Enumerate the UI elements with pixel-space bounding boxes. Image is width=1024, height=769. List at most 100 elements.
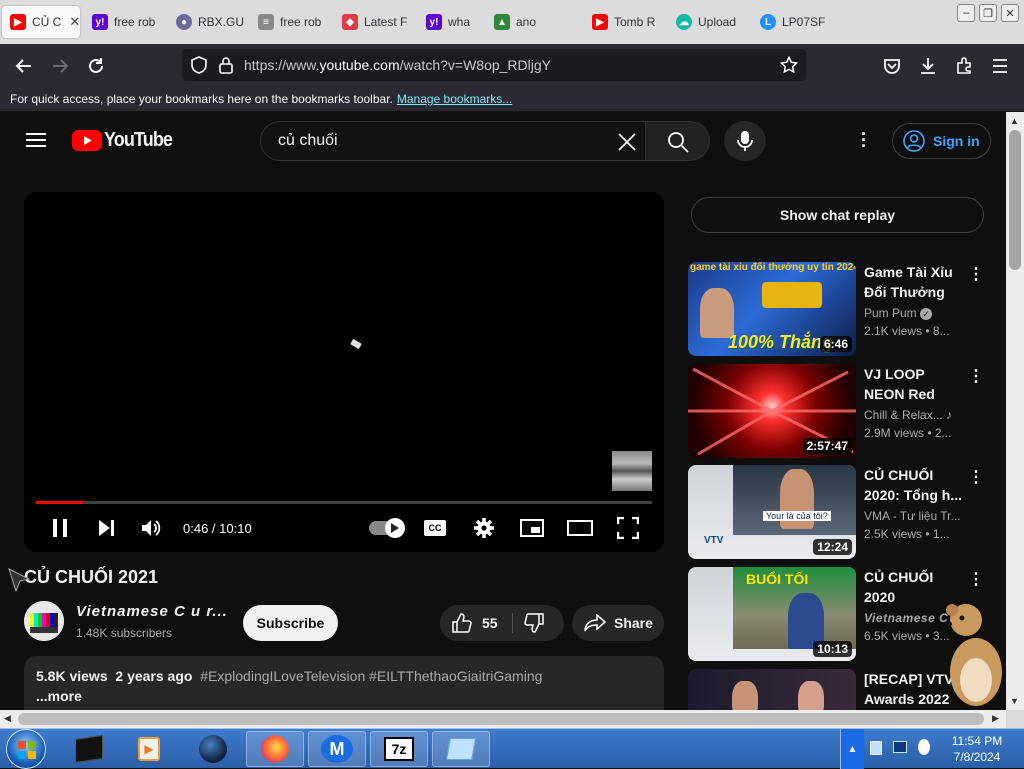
recommendation-title[interactable]: CỦ CHUỐI 2020: Tổng h...: [864, 465, 964, 505]
guide-menu-icon[interactable]: [26, 132, 46, 153]
end-screen-thumbnail[interactable]: [612, 451, 652, 491]
tab-upload[interactable]: ☁ Upload: [676, 6, 746, 38]
taskbar-app-malwarebytes[interactable]: M: [308, 731, 366, 767]
mute-button[interactable]: [138, 514, 166, 542]
extensions-icon[interactable]: [952, 54, 976, 78]
hashtags[interactable]: #ExplodingILoveTelevision #EILTThethaoGi…: [200, 668, 542, 684]
taskbar-app-media-player[interactable]: ▶: [120, 731, 178, 767]
recommendation-title[interactable]: Game Tài Xỉu Đổi Thưởng |...: [864, 262, 964, 302]
show-hidden-icons-button[interactable]: ▲: [840, 729, 864, 769]
subscribe-button[interactable]: Subscribe: [243, 605, 338, 641]
address-bar[interactable]: https://www.youtube.com/watch?v=W8op_RDl…: [182, 49, 806, 81]
recommendation-title[interactable]: VJ LOOP NEON Red Metallic...: [864, 364, 964, 404]
start-orb-icon[interactable]: [6, 729, 46, 769]
downloads-icon[interactable]: [916, 54, 940, 78]
scroll-right-arrow-icon[interactable]: ▶: [992, 713, 999, 724]
hamburger-menu-icon[interactable]: [988, 54, 1012, 78]
next-video-button[interactable]: [92, 514, 120, 542]
tab-free-rob[interactable]: y! free rob: [92, 6, 162, 38]
tab-free-rob-search[interactable]: ≡ free rob: [258, 6, 330, 38]
settings-kebab-icon[interactable]: · · ·: [858, 125, 870, 155]
network-icon[interactable]: [893, 741, 907, 753]
tab-wha[interactable]: y! wha: [426, 6, 482, 38]
sign-in-button[interactable]: Sign in: [892, 123, 991, 159]
taskbar-app-notepad[interactable]: [432, 731, 490, 767]
recommendation-channel[interactable]: Chill & Relax... ♪: [864, 408, 974, 422]
settings-button[interactable]: [472, 514, 496, 542]
theater-mode-button[interactable]: [566, 514, 594, 542]
taskbar-app-firefox[interactable]: [246, 731, 304, 767]
autoplay-toggle[interactable]: [368, 514, 405, 542]
restore-button[interactable]: ❐: [979, 4, 997, 22]
desktop-pet-hamster[interactable]: [940, 602, 1006, 710]
scroll-down-arrow-icon[interactable]: ▼: [1010, 696, 1019, 706]
more-options-icon[interactable]: ⋮: [968, 569, 984, 589]
url-text[interactable]: https://www.youtube.com/watch?v=W8op_RDl…: [244, 57, 551, 73]
recommendation-channel[interactable]: VMA - Tư liệu Tr...: [864, 509, 974, 523]
tab-ano[interactable]: ▲ ano: [494, 6, 574, 38]
minimize-button[interactable]: –: [957, 4, 975, 22]
recommendation-thumbnail[interactable]: [688, 669, 856, 710]
channel-avatar[interactable]: [24, 601, 64, 641]
miniplayer-button[interactable]: [519, 514, 545, 542]
vertical-scroll-thumb[interactable]: [1009, 130, 1021, 270]
dislike-button[interactable]: [524, 613, 544, 638]
recommendation-thumbnail[interactable]: Your là của tôi? VTV 12:24: [688, 465, 856, 559]
pause-button[interactable]: [46, 514, 74, 542]
video-player[interactable]: 0:46 / 10:10 CC: [24, 192, 664, 552]
horizontal-scrollbar[interactable]: ◀ ▶: [0, 710, 1006, 728]
scroll-left-arrow-icon[interactable]: ◀: [4, 713, 11, 724]
system-clock[interactable]: 11:54 PM 7/8/2024: [942, 733, 1012, 765]
more-options-icon[interactable]: ⋮: [968, 366, 984, 386]
tab-latest[interactable]: ◆ Latest F: [342, 6, 412, 38]
recommendation-channel[interactable]: Pum Pum ✓: [864, 306, 974, 320]
recommendation-thumbnail[interactable]: BUỔI TỐI 10:13: [688, 567, 856, 661]
tab-rbx[interactable]: ● RBX.GU: [176, 6, 246, 38]
search-input[interactable]: củ chuối: [260, 121, 646, 161]
share-button[interactable]: Share: [572, 605, 664, 641]
horizontal-scroll-thumb[interactable]: [18, 713, 984, 725]
clock-time: 11:54 PM: [951, 734, 1003, 748]
taskbar-app-7zip[interactable]: 7z: [370, 731, 428, 767]
vertical-scrollbar[interactable]: ▲ ▼: [1006, 112, 1024, 710]
more-options-icon[interactable]: ⋮: [968, 467, 984, 487]
tracking-protection-shield-icon[interactable]: [190, 56, 208, 79]
tab-close-icon[interactable]: ✕: [69, 14, 80, 30]
recommendation-thumbnail[interactable]: game tài xỉu đổi thưởng uy tín 2024 100%…: [688, 262, 856, 356]
search-button[interactable]: [646, 121, 710, 161]
taskbar-app-terminal[interactable]: [60, 731, 118, 767]
pocket-icon[interactable]: [880, 54, 904, 78]
recommendation-title[interactable]: CỦ CHUỐI 2020: [864, 567, 964, 607]
tray-app-icon[interactable]: [870, 741, 882, 755]
clock-date: 7/8/2024: [953, 750, 1001, 764]
progress-bar[interactable]: [36, 501, 652, 504]
description-box[interactable]: 5.8K views 2 years ago #ExplodingILoveTe…: [24, 656, 664, 710]
subtitles-button[interactable]: CC: [423, 514, 447, 542]
forward-arrow-icon[interactable]: [48, 54, 72, 78]
back-arrow-icon[interactable]: [12, 54, 36, 78]
recommendation-thumbnail[interactable]: 2:57:47: [688, 364, 856, 458]
show-more-link[interactable]: ...more: [36, 688, 82, 704]
youtube-logo[interactable]: YouTube: [72, 129, 180, 152]
close-window-button[interactable]: ✕: [1001, 4, 1019, 22]
like-button[interactable]: 55: [440, 605, 512, 641]
bookmark-star-icon[interactable]: [779, 55, 799, 79]
recommendation-item[interactable]: Your là của tôi? VTV 12:24 CỦ CHUỐI 2020…: [688, 465, 988, 559]
show-chat-replay-button[interactable]: Show chat replay: [691, 197, 984, 233]
reload-icon[interactable]: [84, 54, 108, 78]
tab-youtube-active[interactable]: ▶ CỦ C ✕: [2, 6, 80, 38]
more-options-icon[interactable]: ⋮: [968, 264, 984, 284]
fullscreen-button[interactable]: [616, 514, 640, 542]
recommendation-item[interactable]: 2:57:47 VJ LOOP NEON Red Metallic... Chi…: [688, 364, 988, 458]
tab-tomb[interactable]: ▶ Tomb R: [592, 6, 662, 38]
voice-search-button[interactable]: [724, 121, 766, 161]
tab-lp07[interactable]: L LP07SF: [760, 6, 830, 38]
lock-icon[interactable]: [218, 56, 234, 79]
clear-search-icon[interactable]: [617, 132, 637, 157]
recommendation-item[interactable]: game tài xỉu đổi thưởng uy tín 2024 100%…: [688, 262, 988, 356]
channel-name[interactable]: Vietnamese C u r...: [76, 603, 228, 620]
taskbar-app-globe[interactable]: [184, 731, 242, 767]
scroll-up-arrow-icon[interactable]: ▲: [1010, 116, 1019, 126]
volume-tray-icon[interactable]: [918, 739, 930, 755]
manage-bookmarks-link[interactable]: Manage bookmarks...: [397, 92, 512, 106]
